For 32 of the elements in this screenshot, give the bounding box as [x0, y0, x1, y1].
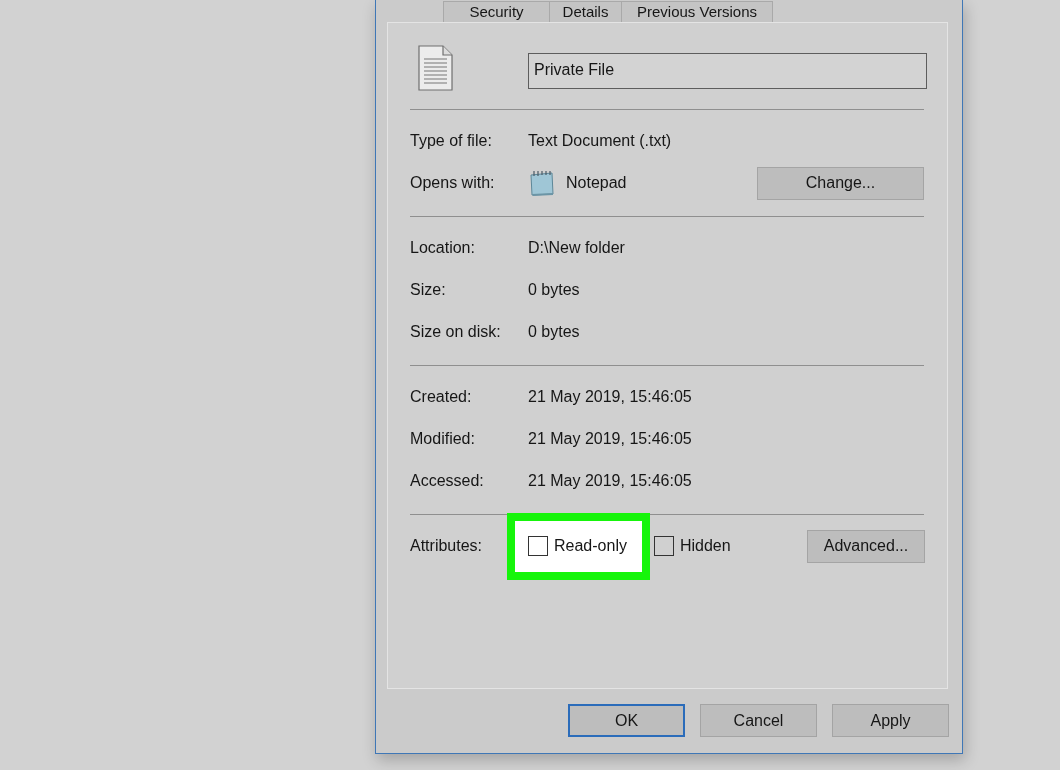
field-label: Attributes:: [410, 537, 484, 555]
tab[interactable]: Security: [443, 1, 550, 22]
document-icon: [418, 45, 453, 91]
dialog-button[interactable]: Apply: [832, 704, 949, 737]
field-label: Modified:: [410, 430, 476, 448]
field-label: Type of file:: [410, 132, 493, 150]
change-button[interactable]: Change...: [757, 166, 924, 200]
field-label: Opens with:: [410, 174, 496, 192]
tab[interactable]: Previous Versions: [621, 1, 773, 22]
field-label: Accessed:: [410, 472, 485, 490]
checkbox-option[interactable]: Hidden: [653, 535, 731, 557]
advanced-button[interactable]: Advanced...: [807, 529, 925, 563]
field-value: 21 May 2019, 15:46:05: [528, 388, 692, 406]
field-value: 21 May 2019, 15:46:05: [528, 430, 692, 448]
dialog-button[interactable]: Cancel: [700, 704, 817, 737]
field-value: 0 bytes: [528, 323, 580, 341]
file-name-field[interactable]: Private File: [528, 53, 927, 89]
dialog-button[interactable]: OK: [568, 704, 685, 737]
field-value: 0 bytes: [528, 281, 580, 299]
field-value: 21 May 2019, 15:46:05: [528, 472, 692, 490]
field-value: Notepad: [566, 174, 627, 192]
notepad-icon: [528, 170, 555, 196]
checkbox[interactable]: [653, 536, 674, 556]
field-value: D:\New folder: [528, 239, 625, 257]
field-value: Text Document (.txt): [528, 132, 672, 150]
field-label: Created:: [410, 388, 473, 406]
checkbox-option[interactable]: Read-only: [528, 535, 627, 557]
field-label: Location:: [410, 239, 476, 257]
tab[interactable]: Details: [549, 1, 622, 22]
checkbox[interactable]: [528, 536, 548, 556]
field-label: Size:: [410, 281, 447, 299]
field-label: Size on disk:: [410, 323, 502, 341]
